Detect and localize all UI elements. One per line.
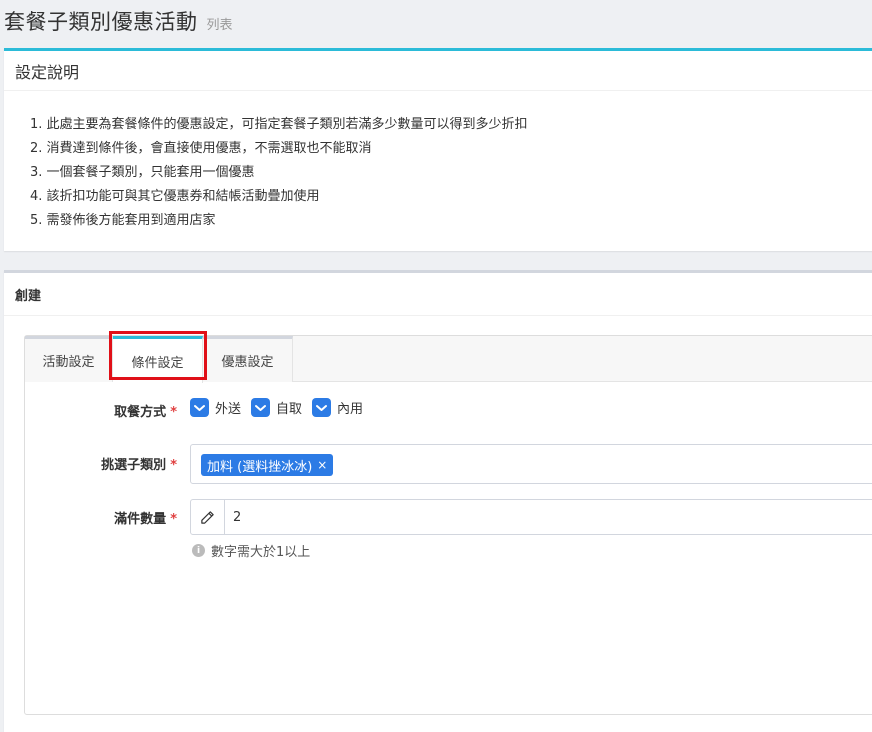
dining-method-options: 外送 自取 內用 bbox=[190, 398, 373, 417]
settings-description-header: 設定說明 bbox=[4, 51, 872, 91]
settings-description-box: 設定說明 1. 此處主要為套餐條件的優惠設定，可指定套餐子類別若滿多少數量可以得… bbox=[4, 48, 872, 251]
pickup-checkbox[interactable]: 自取 bbox=[251, 398, 302, 417]
category-label-text: 挑選子類別 bbox=[101, 458, 167, 473]
tabs-nav: 活動設定 條件設定 優惠設定 bbox=[25, 331, 872, 383]
selected-category-text: 加料 (選料挫冰冰) bbox=[207, 459, 313, 475]
pickup-label: 自取 bbox=[276, 402, 303, 417]
settings-description-title: 設定說明 bbox=[15, 62, 80, 82]
page-subtitle: 列表 bbox=[206, 18, 233, 33]
required-mark: * bbox=[170, 458, 177, 473]
tab-condition-settings[interactable]: 條件設定 bbox=[113, 336, 203, 383]
description-item: 5. 需發佈後方能套用到適用店家 bbox=[30, 213, 216, 228]
quantity-label: 滿件數量 * bbox=[25, 508, 177, 527]
quantity-label-text: 滿件數量 bbox=[114, 512, 167, 527]
check-icon bbox=[312, 398, 332, 417]
tabs-container: 活動設定 條件設定 優惠設定 取餐方式 * 外送 自取 內用 挑選子類別 * 加… bbox=[24, 331, 872, 715]
category-select[interactable]: 加料 (選料挫冰冰) × bbox=[190, 444, 872, 484]
check-icon bbox=[251, 398, 271, 417]
delivery-checkbox[interactable]: 外送 bbox=[190, 398, 241, 417]
page-header: 套餐子類別優惠活動 列表 bbox=[0, 0, 872, 44]
description-item: 3. 一個套餐子類別，只能套用一個優惠 bbox=[30, 165, 255, 180]
info-icon: i bbox=[192, 544, 205, 557]
required-mark: * bbox=[170, 405, 177, 420]
quantity-input[interactable] bbox=[225, 500, 872, 534]
quantity-help: i 數字需大於1以上 bbox=[192, 541, 310, 560]
category-label: 挑選子類別 * bbox=[25, 454, 177, 473]
dine-in-checkbox[interactable]: 內用 bbox=[312, 398, 363, 417]
pencil-icon bbox=[191, 500, 225, 534]
required-mark: * bbox=[170, 512, 177, 527]
create-box: 創建 活動設定 條件設定 優惠設定 取餐方式 * 外送 自取 內用 挑選子類別 … bbox=[4, 270, 872, 732]
check-icon bbox=[190, 398, 209, 417]
dining-method-label-text: 取餐方式 bbox=[114, 405, 167, 420]
delivery-label: 外送 bbox=[215, 402, 242, 417]
description-list: 1. 此處主要為套餐條件的優惠設定，可指定套餐子類別若滿多少數量可以得到多少折扣… bbox=[4, 91, 872, 233]
dine-in-label: 內用 bbox=[337, 402, 364, 417]
description-item: 4. 該折扣功能可與其它優惠券和結帳活動疊加使用 bbox=[30, 189, 320, 204]
selected-category-chip: 加料 (選料挫冰冰) × bbox=[201, 454, 334, 476]
dining-method-label: 取餐方式 * bbox=[25, 401, 177, 420]
description-item: 2. 消費達到條件後，會直接使用優惠，不需選取也不能取消 bbox=[30, 141, 372, 156]
tab-discount-settings[interactable]: 優惠設定 bbox=[203, 336, 293, 382]
quantity-help-text: 數字需大於1以上 bbox=[211, 545, 311, 560]
description-item: 1. 此處主要為套餐條件的優惠設定，可指定套餐子類別若滿多少數量可以得到多少折扣 bbox=[30, 117, 528, 132]
create-header: 創建 bbox=[4, 273, 872, 316]
chip-remove-icon[interactable]: × bbox=[317, 458, 327, 472]
quantity-input-group bbox=[190, 499, 872, 535]
page-title: 套餐子類別優惠活動 bbox=[4, 10, 198, 34]
create-title: 創建 bbox=[15, 288, 42, 304]
tab-activity-settings[interactable]: 活動設定 bbox=[25, 336, 113, 382]
